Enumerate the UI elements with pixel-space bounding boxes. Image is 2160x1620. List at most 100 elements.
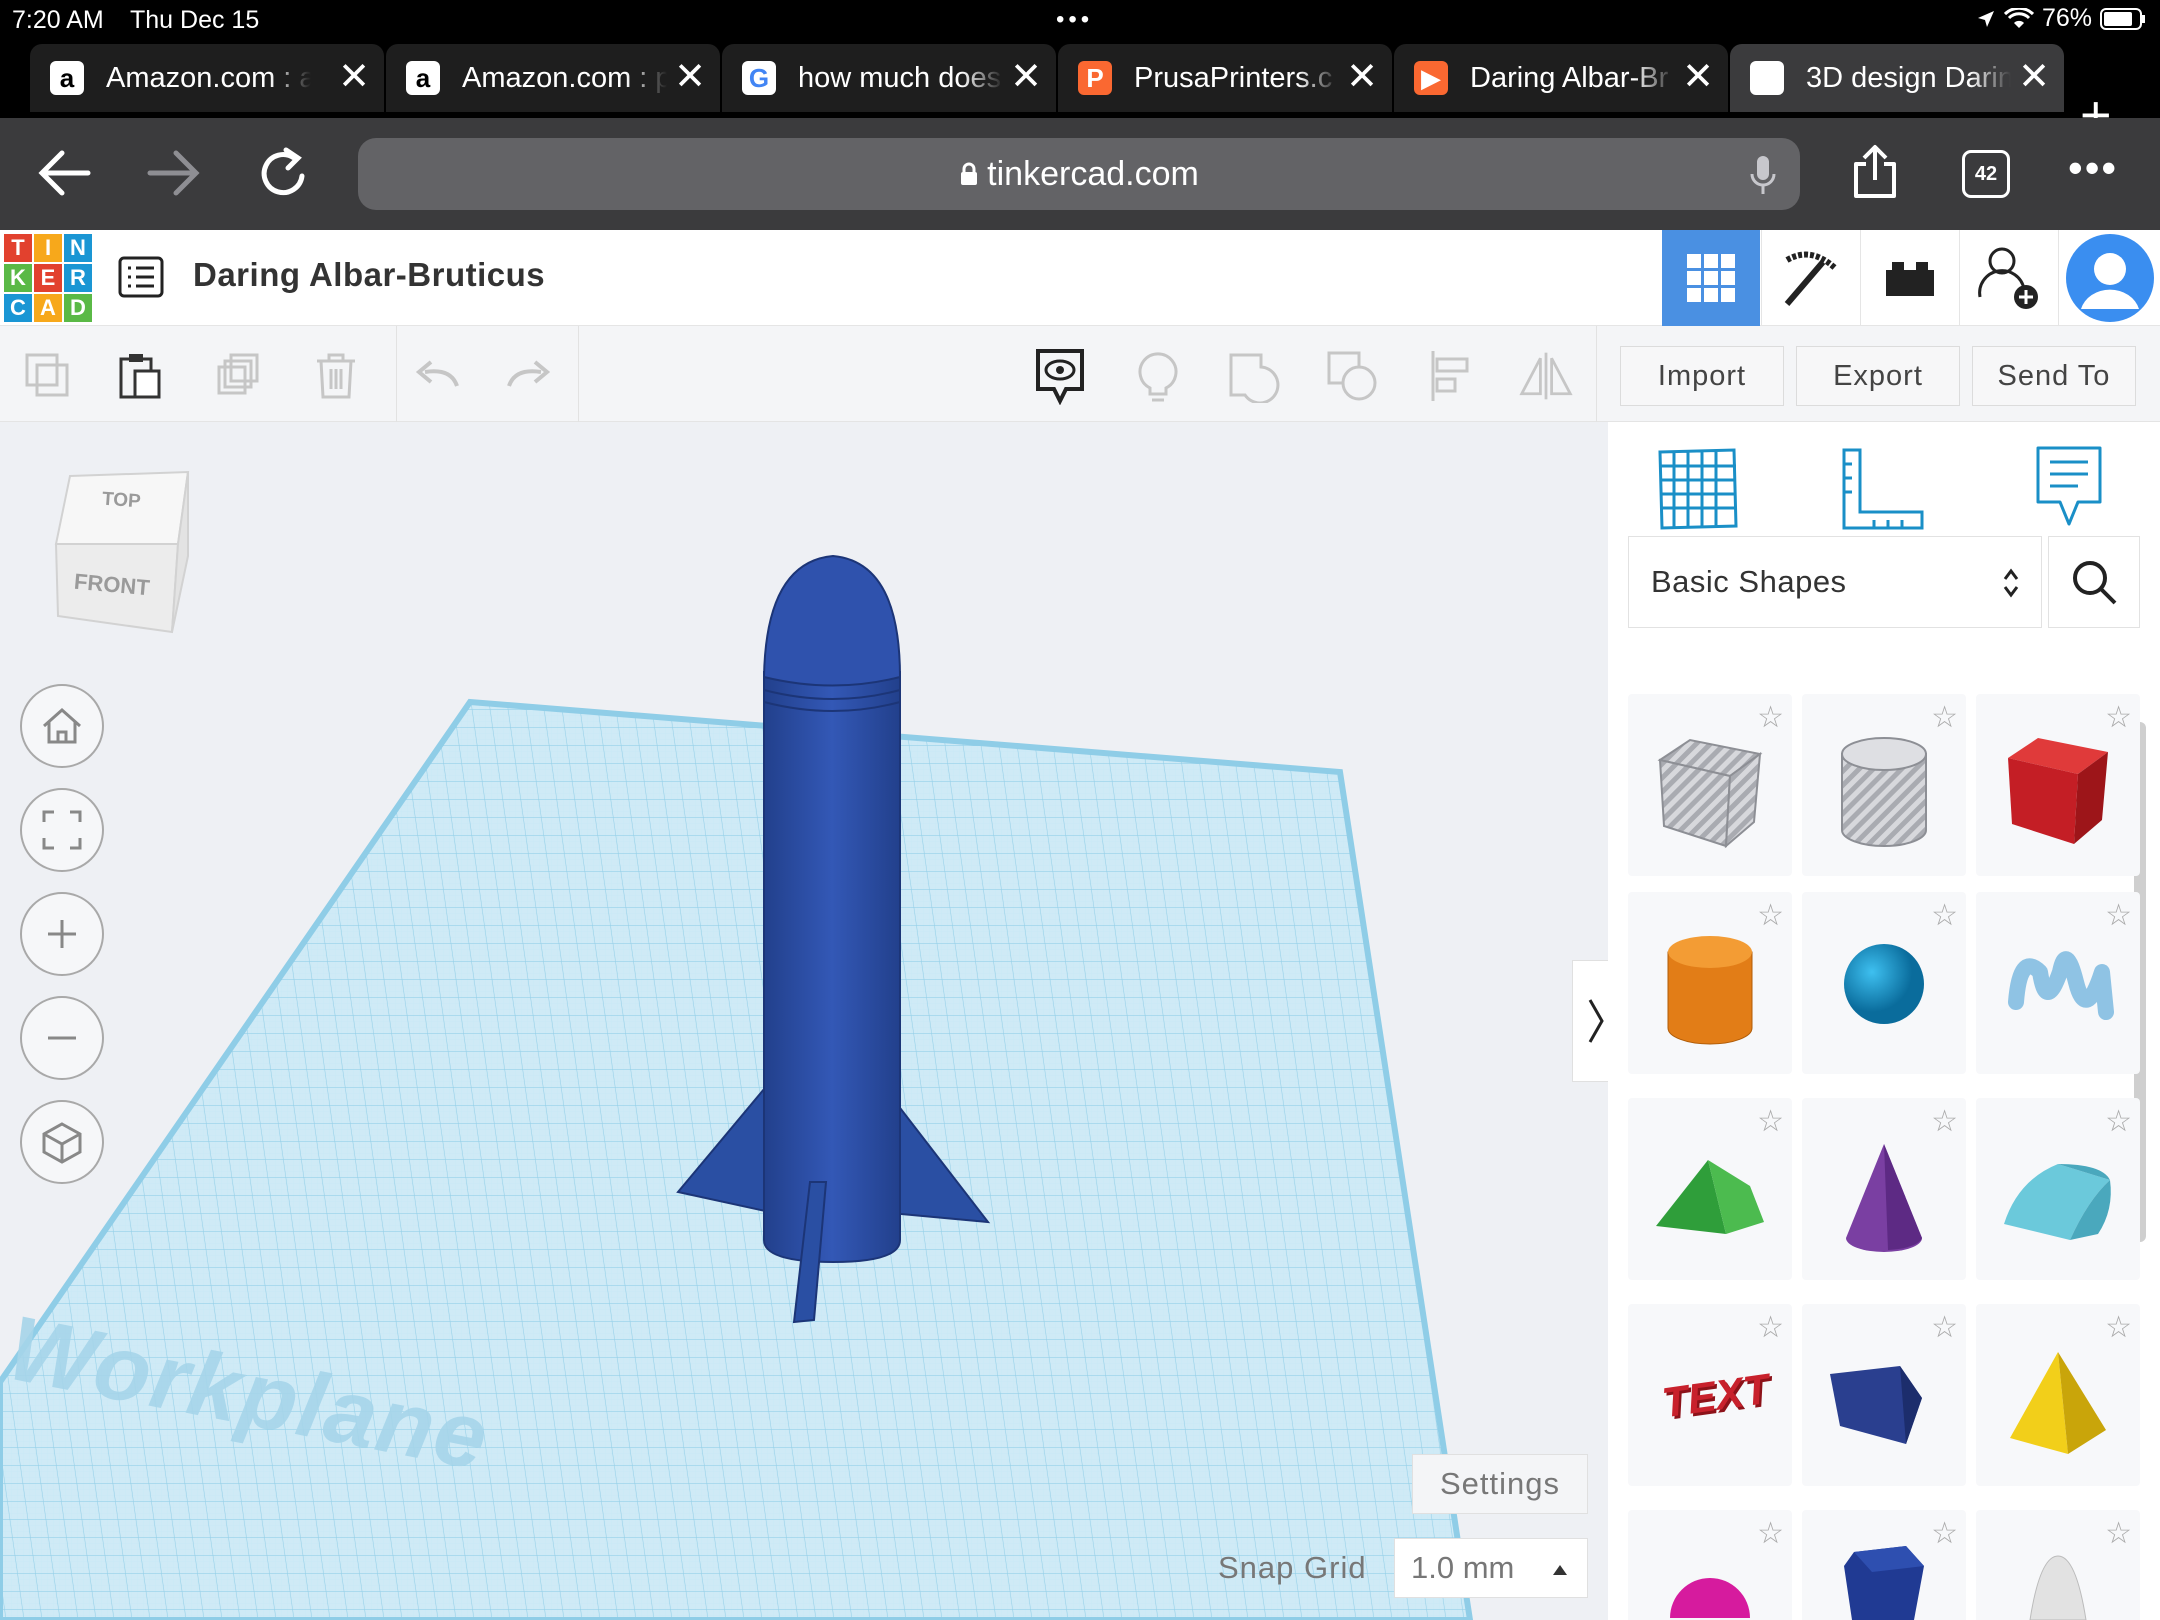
- design-canvas[interactable]: Workplane TOP FRONT Settings Snap Grid 1…: [0, 422, 1608, 1620]
- home-view-button[interactable]: [20, 684, 104, 768]
- shape-text[interactable]: ☆ TEXT: [1628, 1304, 1792, 1486]
- group-icon[interactable]: [1226, 348, 1282, 404]
- duplicate-icon[interactable]: [210, 348, 266, 404]
- shape-sphere[interactable]: ☆: [1802, 892, 1966, 1074]
- chevron-right-icon: [1588, 999, 1604, 1043]
- notes-visibility-icon[interactable]: [1032, 348, 1088, 405]
- address-bar[interactable]: tinkercad.com: [358, 138, 1800, 210]
- align-icon[interactable]: [1424, 348, 1480, 404]
- favorite-star-icon[interactable]: ☆: [2105, 1310, 2132, 1345]
- browser-tab-5[interactable]: ▶ Daring Albar-Br ✕: [1394, 44, 1728, 112]
- shape-cylinder[interactable]: ☆: [1628, 892, 1792, 1074]
- shape-polygon[interactable]: ☆: [1802, 1510, 1966, 1620]
- close-icon[interactable]: ✕: [1346, 58, 1378, 96]
- workplane-grid-icon: [1658, 448, 1738, 530]
- favorite-star-icon[interactable]: ☆: [1931, 898, 1958, 933]
- undo-icon[interactable]: [408, 348, 464, 404]
- logo-letter: C: [4, 294, 32, 322]
- perspective-button[interactable]: [20, 1100, 104, 1184]
- cube-perspective-icon: [42, 1122, 82, 1164]
- snap-grid-select[interactable]: 1.0 mm: [1394, 1538, 1588, 1598]
- tab-count-button[interactable]: 42: [1962, 150, 2010, 198]
- close-icon[interactable]: ✕: [674, 58, 706, 96]
- favorite-star-icon[interactable]: ☆: [1757, 1104, 1784, 1139]
- share-icon[interactable]: [1852, 144, 1898, 200]
- redo-icon[interactable]: [502, 348, 558, 404]
- invite-user-button[interactable]: [1959, 230, 2057, 326]
- delete-icon[interactable]: [308, 348, 364, 404]
- shape-pyramid[interactable]: ☆: [1976, 1304, 2140, 1486]
- up-down-caret-icon: [2003, 568, 2019, 598]
- design-list-icon[interactable]: [118, 256, 164, 298]
- close-icon[interactable]: ✕: [1010, 58, 1042, 96]
- favorite-star-icon[interactable]: ☆: [2105, 1516, 2132, 1551]
- note-icon: [2036, 446, 2102, 526]
- avatar[interactable]: [2058, 230, 2160, 326]
- favorite-star-icon[interactable]: ☆: [1931, 1516, 1958, 1551]
- blocks-mode-button[interactable]: [1761, 230, 1859, 326]
- status-date: Thu Dec 15: [130, 6, 260, 34]
- shape-box-hole[interactable]: ☆: [1628, 694, 1792, 876]
- close-icon[interactable]: ✕: [338, 58, 370, 96]
- forward-arrow-icon[interactable]: [146, 148, 202, 198]
- tab-title: Daring Albar-Br: [1470, 61, 1669, 94]
- shape-scribble[interactable]: ☆: [1976, 892, 2140, 1074]
- zoom-out-button[interactable]: [20, 996, 104, 1080]
- shape-box[interactable]: ☆: [1976, 694, 2140, 876]
- browser-tab-1[interactable]: a Amazon.com : a ✕: [30, 44, 384, 112]
- shape-category-select[interactable]: Basic Shapes: [1628, 536, 2042, 628]
- view-cube-top-label[interactable]: TOP: [101, 489, 141, 514]
- shape-wedge[interactable]: ☆: [1802, 1304, 1966, 1486]
- bricks-mode-button[interactable]: [1860, 230, 1958, 326]
- favorite-star-icon[interactable]: ☆: [1757, 1516, 1784, 1551]
- close-icon[interactable]: ✕: [1682, 58, 1714, 96]
- paste-icon[interactable]: [112, 348, 168, 404]
- google-icon: G: [742, 61, 776, 95]
- favorite-star-icon[interactable]: ☆: [1931, 1310, 1958, 1345]
- favorite-star-icon[interactable]: ☆: [2105, 898, 2132, 933]
- favorite-star-icon[interactable]: ☆: [1931, 1104, 1958, 1139]
- collapse-panel-button[interactable]: [1572, 960, 1608, 1082]
- edit-toolbar: Import Export Send To: [0, 326, 2160, 422]
- browser-tab-2[interactable]: a Amazon.com : p ✕: [386, 44, 720, 112]
- workplane-tool-button[interactable]: [1656, 446, 1740, 535]
- ungroup-icon[interactable]: [1324, 348, 1380, 404]
- close-icon[interactable]: ✕: [2018, 58, 2050, 96]
- shape-paraboloid[interactable]: ☆: [1976, 1510, 2140, 1620]
- export-button[interactable]: Export: [1796, 346, 1960, 406]
- tinkercad-logo[interactable]: T I N K E R C A D: [4, 234, 92, 322]
- favorite-star-icon[interactable]: ☆: [1757, 898, 1784, 933]
- ruler-tool-button[interactable]: [1840, 446, 1926, 537]
- multitask-dots-icon[interactable]: •••: [1056, 6, 1093, 34]
- 3d-view-button[interactable]: [1662, 230, 1760, 326]
- favorite-star-icon[interactable]: ☆: [1931, 700, 1958, 735]
- microphone-icon[interactable]: [1750, 154, 1776, 196]
- shape-roof[interactable]: ☆: [1628, 1098, 1792, 1280]
- shape-half-sphere[interactable]: ☆: [1628, 1510, 1792, 1620]
- zoom-in-button[interactable]: [20, 892, 104, 976]
- notes-tool-button[interactable]: [2034, 444, 2104, 535]
- reload-icon[interactable]: [258, 146, 310, 200]
- send-to-button[interactable]: Send To: [1972, 346, 2136, 406]
- back-arrow-icon[interactable]: [36, 148, 92, 198]
- more-menu-icon[interactable]: •••: [2068, 138, 2118, 198]
- copy-icon[interactable]: [20, 348, 76, 404]
- browser-tab-6-active[interactable]: 3D design Darin ✕: [1730, 44, 2064, 112]
- shape-round-roof[interactable]: ☆: [1976, 1098, 2140, 1280]
- plus-icon: [48, 920, 76, 948]
- logo-letter: E: [34, 264, 62, 292]
- lightbulb-icon[interactable]: [1130, 348, 1186, 404]
- shape-cylinder-hole[interactable]: ☆: [1802, 694, 1966, 876]
- shape-search-button[interactable]: [2048, 536, 2140, 628]
- project-title[interactable]: Daring Albar-Bruticus: [193, 256, 545, 294]
- shape-cone[interactable]: ☆: [1802, 1098, 1966, 1280]
- browser-tab-3[interactable]: G how much does ✕: [722, 44, 1056, 112]
- favorite-star-icon[interactable]: ☆: [1757, 1310, 1784, 1345]
- fit-view-button[interactable]: [20, 788, 104, 872]
- mirror-icon[interactable]: [1518, 348, 1574, 404]
- view-cube[interactable]: TOP FRONT: [48, 466, 196, 636]
- import-button[interactable]: Import: [1620, 346, 1784, 406]
- favorite-star-icon[interactable]: ☆: [2105, 1104, 2132, 1139]
- settings-button[interactable]: Settings: [1412, 1454, 1588, 1514]
- browser-tab-4[interactable]: P PrusaPrinters.c ✕: [1058, 44, 1392, 112]
